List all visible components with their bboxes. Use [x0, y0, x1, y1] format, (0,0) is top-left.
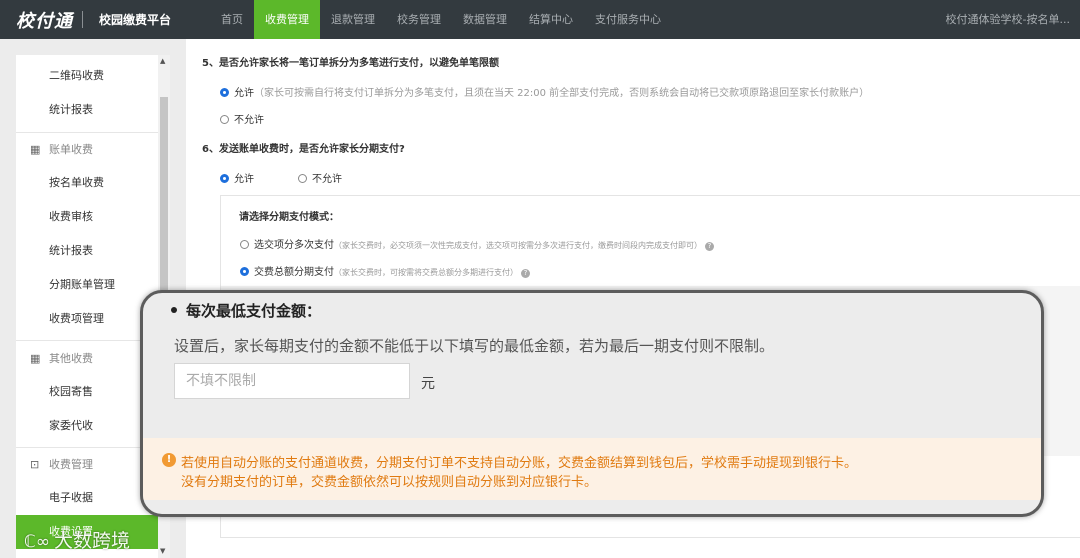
currency-unit-label: 元: [421, 376, 435, 392]
nav-settlement-center[interactable]: 结算中心: [518, 0, 584, 39]
scroll-up-arrow-icon[interactable]: ▲: [160, 57, 165, 65]
sidebar-group-other-fee[interactable]: ▦ 其他收费: [16, 342, 158, 376]
sidebar-item-stats-report[interactable]: 统计报表: [16, 93, 158, 127]
radio-unchecked-icon[interactable]: [240, 240, 249, 249]
nav-payment-service[interactable]: 支付服务中心: [584, 0, 672, 39]
sidebar-item-list-fee[interactable]: 按名单收费: [16, 166, 158, 200]
mode-option-selectable-items[interactable]: 选交项分多次支付（家长交费时，必交项须一次性完成支付，选交项可按需分多次进行支付…: [240, 236, 714, 251]
sidebar-item-fee-items[interactable]: 收费项管理: [16, 302, 158, 336]
user-menu[interactable]: 校付通体验学校-按名单...: [946, 0, 1070, 39]
nav-fee-management[interactable]: 收费管理: [254, 0, 320, 39]
sidebar-item-stats-report-2[interactable]: 统计报表: [16, 234, 158, 268]
sidebar-divider: [16, 340, 158, 341]
q5-deny-option[interactable]: 不允许: [220, 111, 264, 126]
q5-allow-hint: （家长可按需自行将支付订单拆分为多笔支付，且须在当天 22:00 前全部支付完成…: [254, 88, 870, 99]
warning-info-icon: !: [162, 453, 176, 467]
sidebar-group-label: 账单收费: [49, 143, 93, 156]
download-box-icon: ⊡: [30, 458, 40, 471]
platform-name: 校园缴费平台: [99, 13, 172, 27]
q6-allow-option[interactable]: 允许: [220, 170, 254, 185]
grid-icon: ▦: [30, 352, 41, 365]
question-5-title: 5、是否允许家长将一笔订单拆分为多笔进行支付，以避免单笔限额: [202, 58, 499, 69]
question-6-title: 6、发送账单收费时，是否允许家长分期支付?: [202, 144, 405, 155]
nav-home[interactable]: 首页: [210, 0, 254, 39]
watermark-logo-icon: ℂ∞: [24, 532, 51, 552]
sidebar-item-campus-consignment[interactable]: 校园寄售: [16, 375, 158, 409]
mode-option-1-hint: （家长交费时，必交项须一次性完成支付，选交项可按需分多次进行支付，缴费时间段内完…: [334, 241, 702, 250]
min-payment-input[interactable]: [174, 363, 410, 399]
radio-unchecked-icon[interactable]: [298, 174, 307, 183]
nav-refund-management[interactable]: 退款管理: [320, 0, 386, 39]
sidebar-item-parent-committee[interactable]: 家委代收: [16, 409, 158, 443]
help-icon[interactable]: ?: [521, 269, 530, 278]
grid-icon: ▦: [30, 143, 41, 156]
bullet-icon: [171, 307, 177, 313]
warning-text-line-2: 没有分期支付的订单，交费金额依然可以按规则自动分账到对应银行卡。: [181, 475, 598, 490]
watermark: ℂ∞ 大数跨境: [24, 530, 131, 552]
logo-divider: [82, 11, 83, 28]
warning-text-line-1: 若使用自动分账的支付通道收费，分期支付订单不支持自动分账，交费金额结算到钱包后，…: [181, 456, 858, 471]
sidebar-item-e-receipt[interactable]: 电子收据: [16, 481, 158, 515]
sidebar-group-label: 收费管理: [49, 458, 93, 471]
scroll-down-arrow-icon[interactable]: ▼: [160, 547, 165, 555]
installment-mode-title: 请选择分期支付模式：: [239, 212, 339, 223]
sidebar-item-installment-bills[interactable]: 分期账单管理: [16, 268, 158, 302]
main-nav: 首页 收费管理 退款管理 校务管理 数据管理 结算中心 支付服务中心: [210, 0, 672, 39]
nav-data-management[interactable]: 数据管理: [452, 0, 518, 39]
help-icon[interactable]: ?: [705, 242, 714, 251]
q5-allow-option[interactable]: 允许（家长可按需自行将支付订单拆分为多笔支付，且须在当天 22:00 前全部支付…: [220, 84, 869, 99]
zoom-callout: 每次最低支付金额： 设置后，家长每期支付的金额不能低于以下填写的最低金额，若为最…: [140, 290, 1044, 517]
nav-school-affairs[interactable]: 校务管理: [386, 0, 452, 39]
sidebar-group-bill-fee[interactable]: ▦ 账单收费: [16, 133, 158, 167]
min-payment-title: 每次最低支付金额：: [171, 300, 321, 321]
mode-option-total-installment[interactable]: 交费总额分期支付（家长交费时，可按需将交费总额分多期进行支付）?: [240, 263, 530, 278]
q6-deny-option[interactable]: 不允许: [298, 170, 342, 185]
top-nav-bar: 校付通 校园缴费平台 首页 收费管理 退款管理 校务管理 数据管理 结算中心 支…: [0, 0, 1080, 39]
min-payment-description: 设置后，家长每期支付的金额不能低于以下填写的最低金额，若为最后一期支付则不限制。: [174, 337, 775, 355]
logo[interactable]: 校付通: [16, 7, 73, 32]
mode-option-2-hint: （家长交费时，可按需将交费总额分多期进行支付）: [334, 268, 518, 277]
sidebar-item-qrcode-fee[interactable]: 二维码收费: [16, 59, 158, 93]
auto-split-warning: ! 若使用自动分账的支付通道收费，分期支付订单不支持自动分账，交费金额结算到钱包…: [143, 438, 1041, 500]
radio-checked-icon[interactable]: [220, 88, 229, 97]
sidebar-item-fee-review[interactable]: 收费审核: [16, 200, 158, 234]
radio-checked-icon[interactable]: [240, 267, 249, 276]
radio-checked-icon[interactable]: [220, 174, 229, 183]
radio-unchecked-icon[interactable]: [220, 115, 229, 124]
sidebar-group-fee-management[interactable]: ⊡ 收费管理: [16, 448, 158, 482]
sidebar-group-label: 其他收费: [49, 352, 93, 365]
